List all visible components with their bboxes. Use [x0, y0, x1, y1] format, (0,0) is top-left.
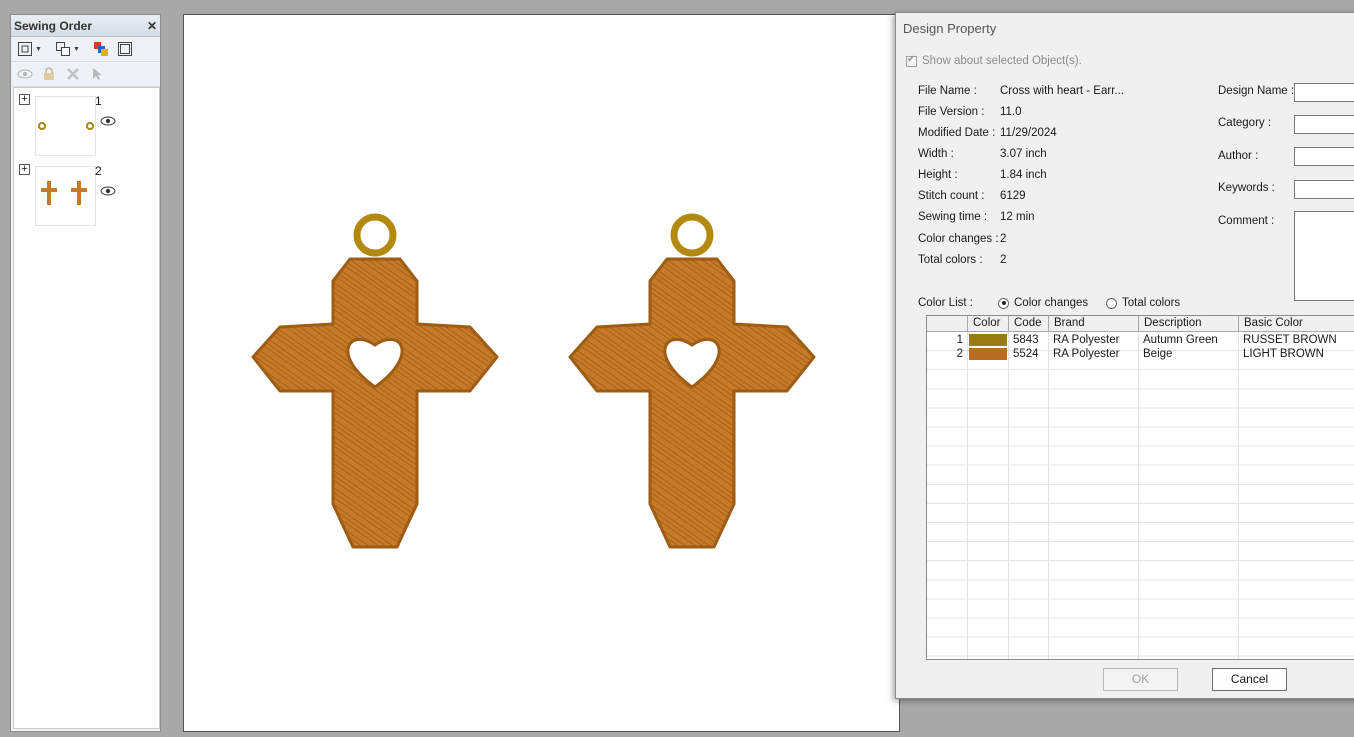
width-label: Width :	[918, 148, 954, 160]
select-arrow-icon[interactable]	[88, 65, 106, 83]
height-label: Height :	[918, 169, 958, 181]
file-version-value: 11.0	[1000, 106, 1022, 118]
column-header-code[interactable]: Code	[1008, 316, 1048, 331]
stitch-count-value: 6129	[1000, 190, 1026, 202]
visibility-eye-icon[interactable]	[100, 115, 116, 130]
author-label: Author :	[1218, 150, 1259, 162]
row-brand: RA Polyester	[1053, 334, 1120, 346]
table-header: Color Code Brand Description Basic Color	[927, 316, 1354, 332]
color-list-label: Color List :	[918, 297, 973, 309]
sewing-order-title: Sewing Order	[14, 18, 93, 33]
expand-icon[interactable]: +	[19, 164, 30, 175]
color-sort-icon[interactable]	[92, 40, 110, 58]
row-brand: RA Polyester	[1053, 348, 1120, 360]
table-row[interactable]: 2 5524 RA Polyester Beige LIGHT BROWN	[927, 347, 1354, 361]
color-changes-value: 2	[1000, 233, 1007, 245]
color-changes-label: Color changes :	[918, 233, 999, 245]
author-field[interactable]	[1294, 147, 1354, 166]
color-swatch	[969, 348, 1007, 360]
column-header-color[interactable]: Color	[967, 316, 1008, 331]
zoom-fit-icon[interactable]	[16, 40, 34, 58]
chevron-down-icon[interactable]: ▼	[73, 46, 80, 53]
row-code: 5524	[1013, 348, 1039, 360]
radio-total-colors-label: Total colors	[1122, 297, 1181, 309]
item-number: 1	[95, 94, 102, 108]
sewing-order-item-1[interactable]: + 1	[14, 88, 154, 156]
grid-divider	[967, 332, 968, 659]
modified-date-label: Modified Date :	[918, 127, 996, 139]
sewing-order-title-bar: Sewing Order ✕	[11, 15, 160, 37]
row-basic-color: LIGHT BROWN	[1243, 348, 1324, 360]
stitch-count-label: Stitch count :	[918, 190, 985, 202]
sewing-order-panel: Sewing Order ✕ ▼ ▼ + 1 + 2	[10, 14, 161, 732]
file-version-label: File Version :	[918, 106, 985, 118]
modified-date-value: 11/29/2024	[1000, 127, 1057, 139]
row-index: 1	[956, 334, 963, 346]
grid-divider	[1008, 332, 1009, 659]
frame-icon[interactable]	[116, 40, 134, 58]
lock-icon[interactable]	[40, 65, 58, 83]
height-value: 1.84 inch	[1000, 169, 1047, 181]
color-list-table[interactable]: Color Code Brand Description Basic Color…	[926, 315, 1354, 660]
file-name-label: File Name :	[918, 85, 977, 97]
keywords-field[interactable]	[1294, 180, 1354, 199]
row-index: 2	[956, 348, 963, 360]
file-name-value: Cross with heart - Earr...	[1000, 85, 1124, 97]
design-canvas[interactable]	[183, 14, 900, 732]
thumbnail-rings	[35, 96, 96, 156]
table-grid	[927, 332, 1354, 659]
grid-divider	[1138, 332, 1139, 659]
expand-icon[interactable]: +	[19, 94, 30, 105]
sewing-time-value: 12 min	[1000, 211, 1035, 223]
cross-earring-left[interactable]	[253, 217, 497, 547]
checkbox-icon[interactable]	[906, 54, 917, 67]
cross-earring-right[interactable]	[570, 217, 814, 547]
category-field[interactable]	[1294, 115, 1354, 134]
grid-divider	[1238, 332, 1239, 659]
radio-selected-icon[interactable]	[998, 297, 1009, 309]
width-value: 3.07 inch	[1000, 148, 1047, 160]
chevron-down-icon[interactable]: ▼	[35, 46, 42, 53]
radio-color-changes-label: Color changes	[1014, 297, 1089, 309]
sewing-time-label: Sewing time :	[918, 211, 988, 223]
sewing-order-list: + 1 + 2	[13, 87, 160, 729]
group-icon[interactable]	[54, 40, 72, 58]
design-property-dialog: Design Property Show about selected Obje…	[895, 12, 1354, 699]
close-icon[interactable]: ✕	[147, 20, 157, 32]
keywords-label: Keywords :	[1218, 182, 1275, 194]
visibility-eye-icon[interactable]	[100, 185, 116, 200]
table-row[interactable]: 1 5843 RA Polyester Autumn Green RUSSET …	[927, 333, 1354, 347]
comment-field[interactable]	[1294, 211, 1354, 301]
show-selected-checkbox[interactable]: Show about selected Object(s).	[906, 54, 1082, 67]
column-header-description[interactable]: Description	[1138, 316, 1238, 331]
sewing-toolbar-top: ▼ ▼	[11, 37, 160, 62]
total-colors-value: 2	[1000, 254, 1007, 266]
sewing-toolbar-bottom	[11, 62, 160, 87]
column-header-brand[interactable]: Brand	[1048, 316, 1138, 331]
show-selected-label: Show about selected Object(s).	[922, 55, 1082, 67]
design-name-field[interactable]	[1294, 83, 1354, 102]
row-description: Autumn Green	[1143, 334, 1218, 346]
total-colors-label: Total colors :	[918, 254, 983, 266]
row-description: Beige	[1143, 348, 1173, 360]
item-number: 2	[95, 164, 102, 178]
delete-icon[interactable]	[64, 65, 82, 83]
ok-button[interactable]: OK	[1103, 668, 1178, 691]
radio-color-changes[interactable]: Color changes	[998, 297, 1088, 309]
dialog-title: Design Property	[903, 21, 997, 36]
thumbnail-crosses	[35, 166, 96, 226]
comment-label: Comment :	[1218, 215, 1275, 227]
row-basic-color: RUSSET BROWN	[1243, 334, 1337, 346]
sewing-order-item-2[interactable]: + 2	[14, 158, 154, 226]
row-code: 5843	[1013, 334, 1039, 346]
design-name-label: Design Name :	[1218, 85, 1295, 97]
color-swatch	[969, 334, 1007, 346]
cancel-button[interactable]: Cancel	[1212, 668, 1287, 691]
radio-total-colors[interactable]: Total colors	[1106, 297, 1180, 309]
column-header-basic-color[interactable]: Basic Color	[1238, 316, 1354, 331]
category-label: Category :	[1218, 117, 1272, 129]
grid-divider	[1048, 332, 1049, 659]
eye-icon[interactable]	[16, 65, 34, 83]
radio-unselected-icon[interactable]	[1106, 297, 1117, 309]
